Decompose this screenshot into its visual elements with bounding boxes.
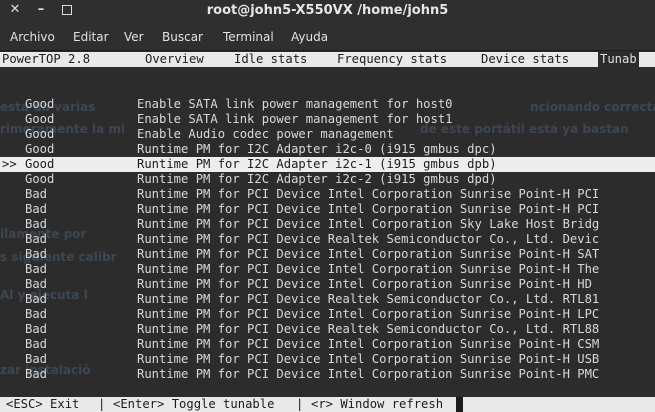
menu-buscar[interactable]: Buscar — [162, 30, 203, 44]
tunable-status: Bad — [25, 337, 48, 351]
powertop-footer: <ESC> Exit | <Enter> Toggle tunable | <r… — [0, 397, 655, 412]
footer-toggle-hint[interactable]: <Enter> Toggle tunable — [113, 397, 274, 412]
tunable-description: Runtime PM for PCI Device Intel Corporat… — [137, 337, 600, 351]
tunable-description: Enable SATA link power management for ho… — [137, 97, 453, 111]
tunable-description: Enable SATA link power management for ho… — [137, 112, 453, 126]
tunable-description: Runtime PM for PCI Device Intel Corporat… — [137, 352, 600, 366]
menu-bar: Archivo Editar Ver Buscar Terminal Ayuda — [0, 24, 655, 51]
tunable-row[interactable]: Good Enable SATA link power management f… — [0, 112, 655, 127]
tunable-description: Runtime PM for PCI Device Realtek Semico… — [137, 232, 600, 246]
tunable-description: Enable Audio codec power management — [137, 127, 394, 141]
tunable-status: Good — [25, 157, 55, 171]
powertop-tab-bar: PowerTOP 2.8 Overview Idle stats Frequen… — [0, 52, 655, 67]
footer-exit-hint[interactable]: <ESC> Exit — [6, 397, 79, 412]
tunable-row[interactable]: Bad Runtime PM for PCI Device Intel Corp… — [0, 202, 655, 217]
tunable-row[interactable]: Good Runtime PM for I2C Adapter i2c-2 (i… — [0, 172, 655, 187]
tab-tunables[interactable]: Tunab — [598, 52, 639, 67]
tunable-description: Runtime PM for PCI Device Intel Corporat… — [137, 367, 600, 381]
tunable-row[interactable]: Good Enable SATA link power management f… — [0, 97, 655, 112]
tunable-row[interactable]: Good Enable Audio codec power management — [0, 127, 655, 142]
tunable-status: Bad — [25, 262, 48, 276]
tunable-description: Runtime PM for PCI Device Realtek Semico… — [137, 292, 600, 306]
tunable-row-selected[interactable]: >> Good Runtime PM for I2C Adapter i2c-1… — [0, 157, 655, 172]
tunable-description: Runtime PM for PCI Device Intel Corporat… — [137, 247, 600, 261]
tunable-status: Good — [25, 97, 55, 111]
tunable-status: Bad — [25, 232, 48, 246]
powertop-version: PowerTOP 2.8 — [2, 52, 91, 66]
tunable-description: Runtime PM for PCI Device Intel Corporat… — [137, 277, 592, 291]
tunable-row[interactable]: Bad Runtime PM for PCI Device Intel Corp… — [0, 262, 655, 277]
tunable-description: Runtime PM for PCI Device Intel Corporat… — [137, 187, 600, 201]
footer-separator: | — [98, 397, 106, 411]
tunable-row[interactable]: Bad Runtime PM for PCI Device Intel Corp… — [0, 352, 655, 367]
tab-overview[interactable]: Overview — [145, 52, 204, 67]
tunable-status: Bad — [25, 202, 48, 216]
tunable-row[interactable]: Good Runtime PM for I2C Adapter i2c-0 (i… — [0, 142, 655, 157]
tunable-description: Runtime PM for PCI Device Intel Corporat… — [137, 217, 600, 231]
tunable-row[interactable]: Bad Runtime PM for PCI Device Intel Corp… — [0, 277, 655, 292]
tunable-row[interactable]: Bad Runtime PM for PCI Device Intel Corp… — [0, 247, 655, 262]
tunable-row[interactable]: Bad Runtime PM for PCI Device Intel Corp… — [0, 367, 655, 382]
menu-editar[interactable]: Editar — [73, 30, 109, 44]
terminal-area[interactable]: esta da varias rimeramente la mi ncionan… — [0, 51, 655, 412]
tunable-description: Runtime PM for PCI Device Intel Corporat… — [137, 202, 600, 216]
tunable-status: Bad — [25, 367, 48, 381]
tunable-row[interactable]: Bad Runtime PM for PCI Device Realtek Se… — [0, 292, 655, 307]
tunable-row[interactable]: Bad Runtime PM for PCI Device Realtek Se… — [0, 232, 655, 247]
tunable-description: Runtime PM for PCI Device Realtek Semico… — [137, 322, 600, 336]
tunable-description: Runtime PM for PCI Device Intel Corporat… — [137, 307, 600, 321]
tunable-status: Bad — [25, 307, 48, 321]
tab-device-stats[interactable]: Device stats — [481, 52, 569, 67]
tunable-status: Good — [25, 172, 55, 186]
title-bar: ✕ – root@john5-X550VX /home/john5 — [0, 0, 655, 24]
footer-refresh-hint[interactable]: <r> Window refresh — [311, 397, 443, 412]
tunable-description: Runtime PM for I2C Adapter i2c-2 (i915 g… — [137, 172, 497, 186]
tunable-row[interactable]: Bad Runtime PM for PCI Device Intel Corp… — [0, 337, 655, 352]
tunable-row[interactable]: Bad Runtime PM for PCI Device Intel Corp… — [0, 307, 655, 322]
tunable-description: Runtime PM for I2C Adapter i2c-0 (i915 g… — [137, 142, 497, 156]
menu-archivo[interactable]: Archivo — [10, 30, 55, 44]
tunable-description: Runtime PM for PCI Device Intel Corporat… — [137, 262, 600, 276]
terminal-cursor — [456, 397, 463, 412]
tunable-status: Bad — [25, 277, 48, 291]
tunable-row[interactable]: Bad Runtime PM for PCI Device Realtek Se… — [0, 322, 655, 337]
tunable-row[interactable]: Bad Runtime PM for PCI Device Intel Corp… — [0, 187, 655, 202]
tunable-row[interactable]: Bad Runtime PM for PCI Device Intel Corp… — [0, 217, 655, 232]
tunable-status: Bad — [25, 217, 48, 231]
tunable-status: Good — [25, 142, 55, 156]
tunable-status: Good — [25, 127, 55, 141]
tunable-status: Bad — [25, 352, 48, 366]
tunable-status: Bad — [25, 322, 48, 336]
tab-idle-stats[interactable]: Idle stats — [234, 52, 307, 67]
menu-terminal[interactable]: Terminal — [223, 30, 274, 44]
menu-ver[interactable]: Ver — [124, 30, 144, 44]
tunable-status: Bad — [25, 247, 48, 261]
menu-ayuda[interactable]: Ayuda — [291, 30, 328, 44]
tab-frequency-stats[interactable]: Frequency stats — [337, 52, 447, 67]
window-title: root@john5-X550VX /home/john5 — [206, 3, 449, 18]
tunable-description: Runtime PM for I2C Adapter i2c-1 (i915 g… — [137, 157, 497, 171]
footer-separator: | — [296, 397, 304, 411]
tunable-status: Good — [25, 112, 55, 126]
selection-marker: >> — [2, 157, 17, 171]
tunable-status: Bad — [25, 187, 48, 201]
tunable-status: Bad — [25, 292, 48, 306]
